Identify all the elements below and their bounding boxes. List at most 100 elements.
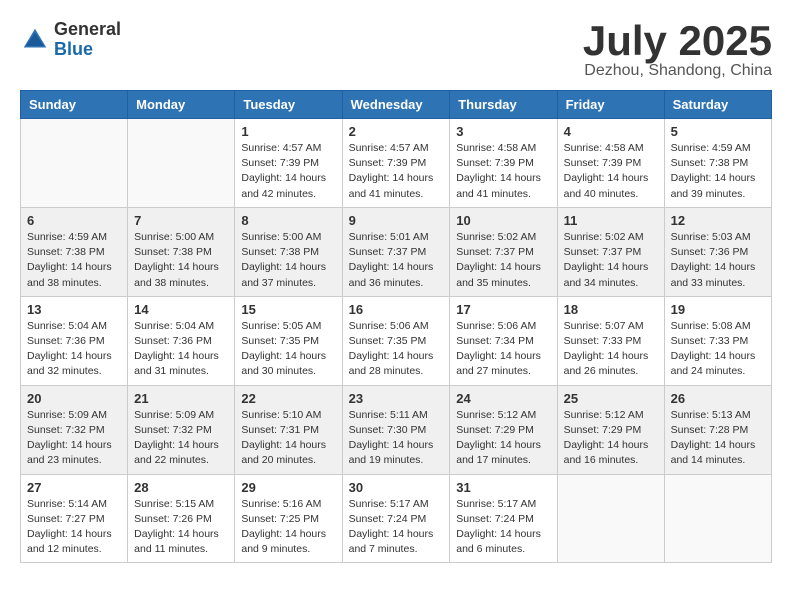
table-row: 22Sunrise: 5:10 AMSunset: 7:31 PMDayligh… [235,385,342,474]
table-row: 2Sunrise: 4:57 AMSunset: 7:39 PMDaylight… [342,119,450,208]
day-info: Sunrise: 5:04 AMSunset: 7:36 PMDaylight:… [134,319,228,380]
day-number: 15 [241,302,335,317]
table-row: 23 Sunrise: 5:11 AMSunset: 7:30 PMDayligh… [342,385,450,474]
calendar-week-row: 20 Sunrise: 5:09 AMSunset: 7:32 PMDayligh… [21,385,772,474]
day-number: 18 [564,302,658,317]
col-tuesday: Tuesday [235,91,342,119]
col-thursday: Thursday [450,91,557,119]
table-row: 15 Sunrise: 5:05 AMSunset: 7:35 PMDayligh… [235,296,342,385]
day-info: Sunrise: 4:58 AMSunset: 7:39 PMDaylight:… [564,141,658,202]
table-row: 9 Sunrise: 5:01 AMSunset: 7:37 PMDaylight… [342,207,450,296]
day-info: Sunrise: 5:06 AMSunset: 7:35 PMDaylight:… [349,319,444,380]
day-number: 24 [456,391,550,406]
day-info: Sunrise: 5:02 AMSunset: 7:37 PMDaylight:… [564,230,658,291]
table-row [21,119,128,208]
day-number: 19 [671,302,765,317]
day-number: 7 [134,213,228,228]
day-info: Sunrise: 5:15 AMSunset: 7:26 PMDaylight:… [134,497,228,558]
day-number: 22 [241,391,335,406]
day-number: 3 [456,124,550,139]
table-row: 20 Sunrise: 5:09 AMSunset: 7:32 PMDayligh… [21,385,128,474]
day-info: Sunrise: 5:17 AMSunset: 7:24 PMDaylight:… [456,497,550,558]
logo-icon [20,25,50,55]
day-number: 9 [349,213,444,228]
day-info: Sunrise: 5:04 AMSunset: 7:36 PMDaylight:… [27,319,121,380]
table-row: 12 Sunrise: 5:03 AMSunset: 7:36 PMDayligh… [664,207,771,296]
day-info: Sunrise: 5:09 AMSunset: 7:32 PMDaylight:… [134,408,228,469]
table-row: 8Sunrise: 5:00 AMSunset: 7:38 PMDaylight… [235,207,342,296]
day-number: 28 [134,480,228,495]
title-area: July 2025 Dezhou, Shandong, China [583,20,772,80]
day-number: 20 [27,391,121,406]
table-row: 18 Sunrise: 5:07 AMSunset: 7:33 PMDayligh… [557,296,664,385]
table-row: 16 Sunrise: 5:06 AMSunset: 7:35 PMDayligh… [342,296,450,385]
day-number: 10 [456,213,550,228]
table-row: 13Sunrise: 5:04 AMSunset: 7:36 PMDayligh… [21,296,128,385]
table-row: 5Sunrise: 4:59 AMSunset: 7:38 PMDaylight… [664,119,771,208]
day-number: 12 [671,213,765,228]
day-info: Sunrise: 4:57 AMSunset: 7:39 PMDaylight:… [241,141,335,202]
table-row: 29Sunrise: 5:16 AMSunset: 7:25 PMDayligh… [235,474,342,563]
day-number: 29 [241,480,335,495]
day-number: 16 [349,302,444,317]
calendar-table: Sunday Monday Tuesday Wednesday Thursday… [20,90,772,563]
table-row: 4 Sunrise: 4:58 AMSunset: 7:39 PMDaylight… [557,119,664,208]
day-number: 4 [564,124,658,139]
day-info: Sunrise: 5:00 AMSunset: 7:38 PMDaylight:… [241,230,335,291]
table-row: 28 Sunrise: 5:15 AMSunset: 7:26 PMDayligh… [128,474,235,563]
table-row: 6Sunrise: 4:59 AMSunset: 7:38 PMDaylight… [21,207,128,296]
day-number: 14 [134,302,228,317]
day-number: 2 [349,124,444,139]
day-info: Sunrise: 5:00 AMSunset: 7:38 PMDaylight:… [134,230,228,291]
calendar-week-row: 6Sunrise: 4:59 AMSunset: 7:38 PMDaylight… [21,207,772,296]
day-number: 11 [564,213,658,228]
table-row: 10 Sunrise: 5:02 AMSunset: 7:37 PMDayligh… [450,207,557,296]
day-info: Sunrise: 5:09 AMSunset: 7:32 PMDaylight:… [27,408,121,469]
weekday-header-row: Sunday Monday Tuesday Wednesday Thursday… [21,91,772,119]
day-info: Sunrise: 4:58 AMSunset: 7:39 PMDaylight:… [456,141,550,202]
day-info: Sunrise: 5:01 AMSunset: 7:37 PMDaylight:… [349,230,444,291]
col-sunday: Sunday [21,91,128,119]
day-info: Sunrise: 5:07 AMSunset: 7:33 PMDaylight:… [564,319,658,380]
table-row: 3 Sunrise: 4:58 AMSunset: 7:39 PMDaylight… [450,119,557,208]
month-title: July 2025 [583,20,772,62]
day-info: Sunrise: 5:13 AMSunset: 7:28 PMDaylight:… [671,408,765,469]
day-number: 21 [134,391,228,406]
logo-text: General Blue [54,20,121,60]
table-row [128,119,235,208]
day-info: Sunrise: 5:12 AMSunset: 7:29 PMDaylight:… [456,408,550,469]
day-info: Sunrise: 5:05 AMSunset: 7:35 PMDaylight:… [241,319,335,380]
calendar-week-row: 13Sunrise: 5:04 AMSunset: 7:36 PMDayligh… [21,296,772,385]
day-info: Sunrise: 5:14 AMSunset: 7:27 PMDaylight:… [27,497,121,558]
table-row: 25Sunrise: 5:12 AMSunset: 7:29 PMDayligh… [557,385,664,474]
day-info: Sunrise: 5:08 AMSunset: 7:33 PMDaylight:… [671,319,765,380]
table-row: 1 Sunrise: 4:57 AMSunset: 7:39 PMDaylight… [235,119,342,208]
table-row: 31 Sunrise: 5:17 AMSunset: 7:24 PMDayligh… [450,474,557,563]
day-info: Sunrise: 5:11 AMSunset: 7:30 PMDaylight:… [349,408,444,469]
table-row: 14 Sunrise: 5:04 AMSunset: 7:36 PMDayligh… [128,296,235,385]
table-row: 17Sunrise: 5:06 AMSunset: 7:34 PMDayligh… [450,296,557,385]
table-row: 7 Sunrise: 5:00 AMSunset: 7:38 PMDaylight… [128,207,235,296]
table-row: 21 Sunrise: 5:09 AMSunset: 7:32 PMDayligh… [128,385,235,474]
location-subtitle: Dezhou, Shandong, China [583,62,772,80]
day-number: 1 [241,124,335,139]
day-number: 31 [456,480,550,495]
calendar-week-row: 1 Sunrise: 4:57 AMSunset: 7:39 PMDaylight… [21,119,772,208]
day-info: Sunrise: 5:03 AMSunset: 7:36 PMDaylight:… [671,230,765,291]
col-friday: Friday [557,91,664,119]
col-monday: Monday [128,91,235,119]
day-info: Sunrise: 5:12 AMSunset: 7:29 PMDaylight:… [564,408,658,469]
day-info: Sunrise: 5:02 AMSunset: 7:37 PMDaylight:… [456,230,550,291]
logo: General Blue [20,20,121,60]
day-number: 23 [349,391,444,406]
table-row [664,474,771,563]
day-info: Sunrise: 5:17 AMSunset: 7:24 PMDaylight:… [349,497,444,558]
table-row: 11 Sunrise: 5:02 AMSunset: 7:37 PMDayligh… [557,207,664,296]
day-number: 6 [27,213,121,228]
col-wednesday: Wednesday [342,91,450,119]
page-header: General Blue July 2025 Dezhou, Shandong,… [20,20,772,80]
day-number: 5 [671,124,765,139]
day-number: 30 [349,480,444,495]
table-row: 27Sunrise: 5:14 AMSunset: 7:27 PMDayligh… [21,474,128,563]
table-row [557,474,664,563]
